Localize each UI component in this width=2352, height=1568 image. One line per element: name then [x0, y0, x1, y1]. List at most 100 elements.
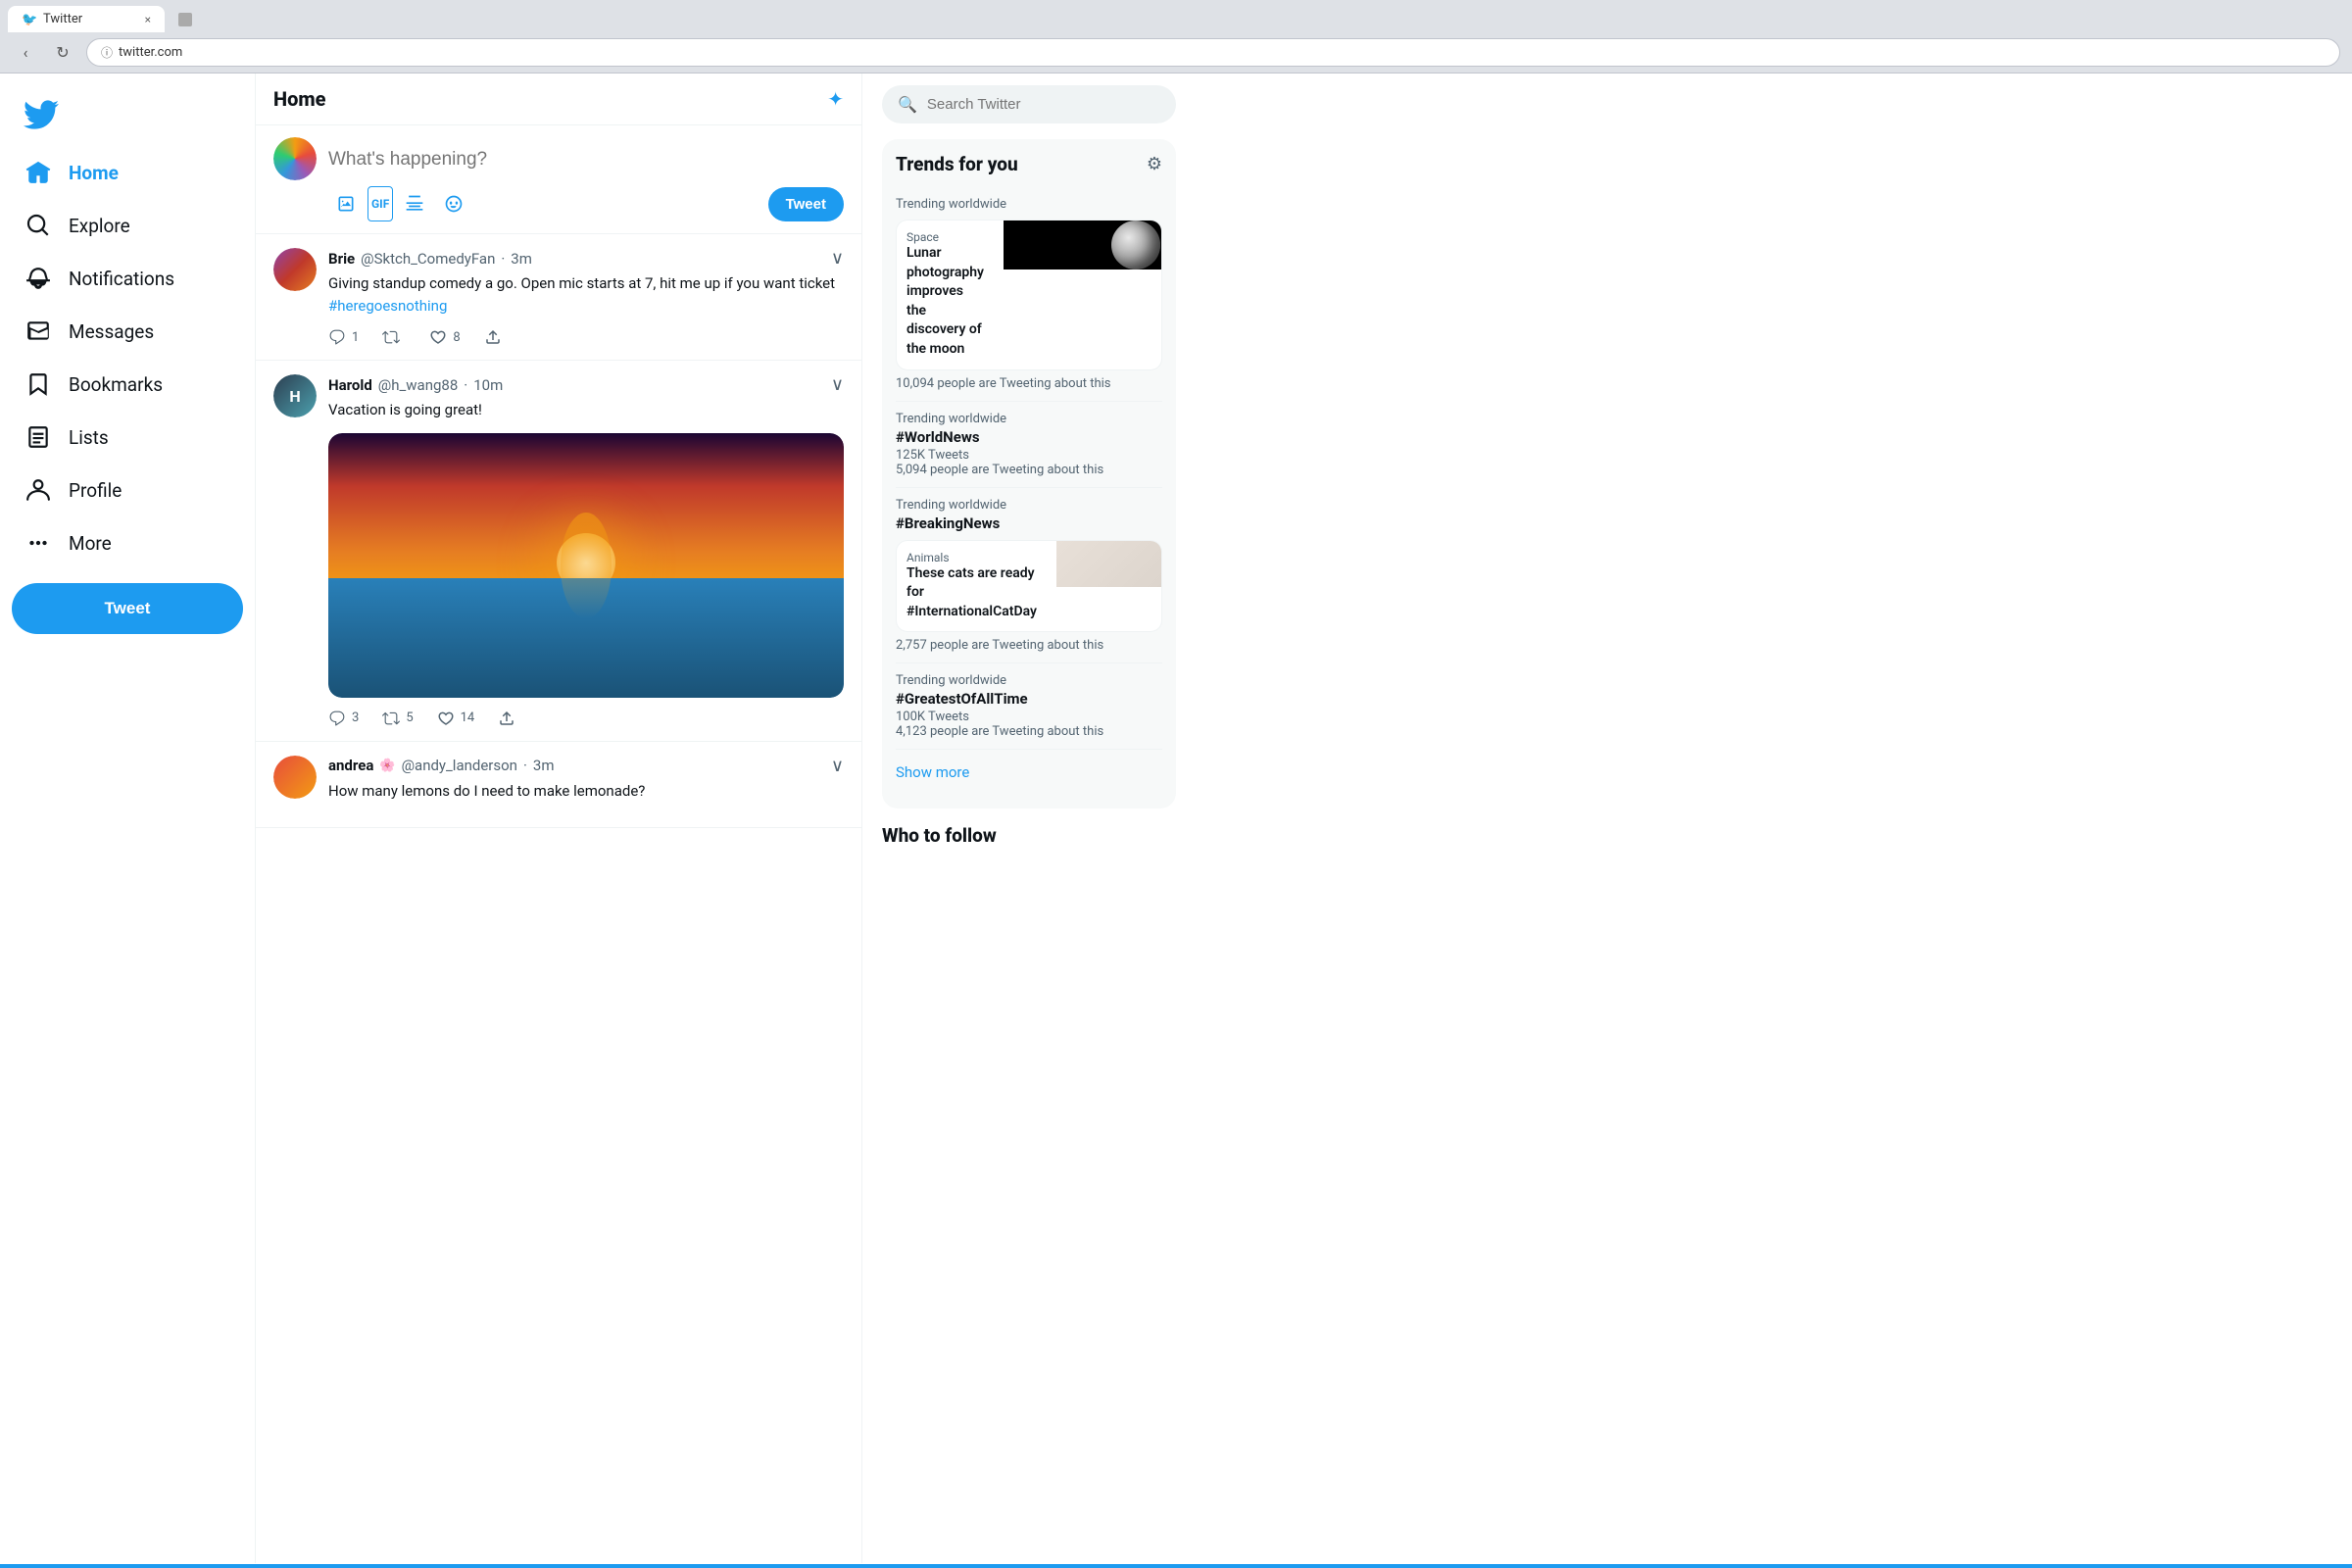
tweet-name-3: andrea — [328, 757, 373, 774]
tweet-text-1: Giving standup comedy a go. Open mic sta… — [328, 272, 844, 317]
sidebar-item-messages[interactable]: Messages — [12, 307, 243, 356]
url-bar[interactable]: ⓘ twitter.com — [86, 38, 2340, 67]
moon-circle — [1111, 220, 1160, 270]
tweet-avatar-harold: H — [273, 374, 317, 417]
reply-count-2: 3 — [352, 710, 359, 725]
cat-image: 🐱 — [1056, 541, 1162, 587]
composer-avatar — [273, 137, 317, 180]
tweet-row[interactable]: Brie @Sktch_ComedyFan · 3m ∨ Giving stan… — [256, 234, 861, 361]
tweet-body-1: Brie @Sktch_ComedyFan · 3m ∨ Giving stan… — [328, 248, 844, 346]
sidebar-item-notifications[interactable]: Notifications — [12, 254, 243, 303]
andrea-avatar-image — [273, 756, 317, 799]
harold-avatar-image: H — [273, 374, 317, 417]
poll-button[interactable] — [397, 186, 432, 221]
profile-icon — [25, 477, 51, 503]
sidebar-item-home[interactable]: Home — [12, 148, 243, 197]
dot-1: · — [501, 250, 505, 268]
image-upload-button[interactable] — [328, 186, 364, 221]
tweet-text-3: How many lemons do I need to make lemona… — [328, 780, 844, 803]
tab-close-button[interactable]: × — [145, 13, 151, 26]
tweet-time-2: 10m — [473, 376, 503, 394]
tweet-text-2: Vacation is going great! — [328, 399, 844, 421]
retweet-button-1[interactable] — [382, 328, 406, 346]
back-button[interactable]: ‹ — [12, 39, 39, 67]
reply-button-1[interactable]: 1 — [328, 328, 359, 346]
back-icon: ‹ — [24, 43, 28, 62]
sidebar-item-home-label: Home — [69, 162, 119, 184]
tweet-more-button-3[interactable]: ∨ — [831, 756, 844, 776]
notifications-icon — [25, 266, 51, 291]
trend-tag-4: #GreatestOfAllTime — [896, 690, 1162, 708]
trend-context-4: Trending worldwide — [896, 673, 1162, 688]
retweet-button-2[interactable]: 5 — [382, 710, 413, 727]
sidebar-item-profile[interactable]: Profile — [12, 466, 243, 514]
who-to-follow-section: Who to follow — [882, 824, 1176, 847]
sidebar-item-lists-label: Lists — [69, 426, 109, 449]
tweet-more-button-2[interactable]: ∨ — [831, 374, 844, 395]
trend-tag-3: #BreakingNews — [896, 514, 1162, 532]
tweet-button[interactable]: Tweet — [12, 583, 243, 634]
trend-card-category-3: Animals — [906, 551, 1037, 564]
trend-subtitle-4: 100K Tweets — [896, 710, 1162, 724]
like-button-1[interactable]: 8 — [429, 328, 460, 346]
gif-button[interactable]: GIF — [368, 186, 393, 221]
composer-avatar-image — [273, 137, 317, 180]
tweet-header-2: Harold @h_wang88 · 10m ∨ — [328, 374, 844, 395]
reply-button-2[interactable]: 3 — [328, 710, 359, 727]
trend-card-moon: Space Lunar photography improves the dis… — [896, 220, 1162, 370]
trend-card-text-1: Space Lunar photography improves the dis… — [897, 220, 994, 369]
sidebar-item-more[interactable]: More — [12, 518, 243, 567]
like-button-2[interactable]: 14 — [437, 710, 475, 727]
share-button-2[interactable] — [498, 710, 515, 727]
trend-context-1: Trending worldwide — [896, 197, 1162, 212]
share-button-1[interactable] — [484, 328, 502, 346]
reload-button[interactable]: ↻ — [49, 39, 76, 67]
trend-card-category-1: Space — [906, 230, 984, 244]
info-icon: ⓘ — [101, 44, 113, 61]
tweet-row[interactable]: H Harold @h_wang88 · 10m ∨ Vacation is g… — [256, 361, 861, 742]
trend-card-title-1: Lunar photography improves the discovery… — [906, 244, 984, 360]
tab-bar: 🐦 Twitter × — [0, 0, 2352, 32]
composer-content: GIF Tweet — [328, 137, 844, 221]
compose-input[interactable] — [328, 137, 844, 182]
tab-label: Twitter — [43, 12, 82, 26]
tab-favicon: 🐦 — [22, 13, 35, 26]
tweet-more-button-1[interactable]: ∨ — [831, 248, 844, 269]
lists-icon — [25, 424, 51, 450]
search-bar[interactable]: 🔍 — [882, 85, 1176, 123]
sidebar-item-lists[interactable]: Lists — [12, 413, 243, 462]
tweet-row[interactable]: andrea 🌸 @andy_landerson · 3m ∨ How many… — [256, 742, 861, 829]
tweet-image-2 — [328, 433, 844, 698]
sidebar-item-explore[interactable]: Explore — [12, 201, 243, 250]
andrea-badge: 🌸 — [379, 759, 395, 773]
sidebar-item-bookmarks[interactable]: Bookmarks — [12, 360, 243, 409]
twitter-logo[interactable] — [12, 89, 243, 144]
emoji-button[interactable] — [436, 186, 471, 221]
trend-item-1[interactable]: Trending worldwide Space Lunar photograp… — [896, 187, 1162, 402]
tweet-composer: GIF Tweet — [256, 125, 861, 234]
sparkle-icon[interactable]: ✦ — [827, 87, 844, 111]
dot-2: · — [464, 376, 467, 394]
tweet-hashtag-1[interactable]: #heregoesnothing — [328, 297, 447, 315]
tweet-avatar-brie — [273, 248, 317, 291]
sidebar-nav: Home Explore Notifications — [12, 148, 243, 567]
tweet-handle-2: @h_wang88 — [378, 376, 459, 394]
trend-item-3[interactable]: Trending worldwide #BreakingNews Animals… — [896, 488, 1162, 664]
brie-avatar-image — [273, 248, 317, 291]
active-tab[interactable]: 🐦 Twitter × — [8, 6, 165, 32]
feed-title: Home — [273, 87, 326, 111]
inactive-tab[interactable] — [165, 7, 321, 32]
trend-context-2: Trending worldwide — [896, 412, 1162, 426]
trends-gear-icon[interactable]: ⚙ — [1147, 154, 1162, 174]
composer-actions: GIF Tweet — [328, 186, 844, 221]
composer-tweet-button[interactable]: Tweet — [768, 187, 844, 221]
trend-tag-2: #WorldNews — [896, 428, 1162, 446]
trend-item-4[interactable]: Trending worldwide #GreatestOfAllTime 10… — [896, 663, 1162, 750]
trend-item-2[interactable]: Trending worldwide #WorldNews 125K Tweet… — [896, 402, 1162, 488]
trend-card-title-3: These cats are ready for #InternationalC… — [906, 564, 1037, 622]
show-more-link[interactable]: Show more — [896, 750, 1162, 795]
trend-count-3: 2,757 people are Tweeting about this — [896, 638, 1162, 653]
inactive-tab-favicon — [178, 13, 192, 26]
tweet-user-1: Brie @Sktch_ComedyFan · 3m — [328, 250, 532, 268]
search-input[interactable] — [927, 96, 1160, 113]
